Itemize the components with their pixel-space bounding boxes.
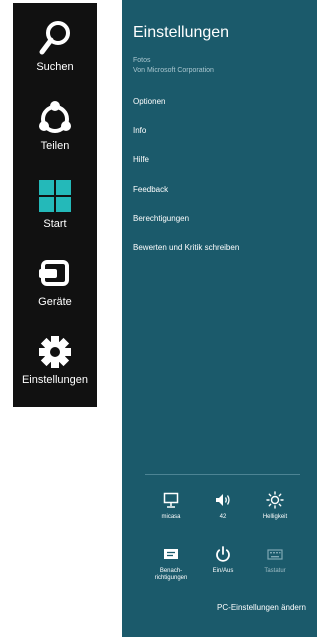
- charm-search[interactable]: Suchen: [13, 19, 97, 93]
- charm-start-label: Start: [43, 218, 67, 230]
- keyboard-label: Tastatur: [264, 568, 286, 574]
- app-publisher: Von Microsoft Corporation: [133, 67, 214, 74]
- speaker-icon: [216, 494, 230, 506]
- menu-item-rate-review[interactable]: Bewerten und Kritik schreiben: [133, 243, 239, 252]
- app-name: Fotos: [133, 57, 151, 64]
- notifications-tile[interactable]: Benach- richtigungen: [145, 545, 197, 582]
- charm-devices-label: Geräte: [38, 296, 72, 308]
- power-label: Ein/Aus: [212, 568, 234, 574]
- menu-item-options[interactable]: Optionen: [133, 97, 165, 106]
- sun-icon: [266, 491, 284, 509]
- charm-share-label: Teilen: [40, 140, 70, 152]
- charm-settings[interactable]: Einstellungen: [13, 332, 97, 406]
- power-tile[interactable]: Ein/Aus: [197, 545, 249, 575]
- charm-devices[interactable]: Geräte: [13, 254, 97, 328]
- charms-bar: Suchen Teilen Start Geräte Einstellungen: [13, 3, 97, 407]
- charm-settings-label: Einstellungen: [21, 374, 89, 386]
- menu-item-help[interactable]: Hilfe: [133, 155, 149, 164]
- network-label: micasa: [161, 514, 181, 520]
- change-pc-settings-link[interactable]: PC-Einstellungen ändern: [217, 603, 306, 612]
- settings-pane: Einstellungen Fotos Von Microsoft Corpor…: [122, 0, 317, 637]
- volume-label: 42: [219, 514, 227, 520]
- keyboard-icon: [267, 549, 283, 560]
- gear-icon: [39, 336, 71, 368]
- charm-start[interactable]: Start: [13, 176, 97, 250]
- volume-tile[interactable]: 42: [197, 491, 249, 521]
- menu-item-feedback[interactable]: Feedback: [133, 185, 168, 194]
- pane-title: Einstellungen: [133, 24, 230, 41]
- network-monitor-icon: [163, 492, 179, 508]
- brightness-tile[interactable]: Helligkeit: [249, 491, 301, 521]
- windows-logo-icon: [39, 180, 71, 212]
- share-icon: [39, 101, 71, 133]
- search-icon: [39, 21, 70, 55]
- notifications-label: Benach- richtigungen: [154, 568, 188, 581]
- notifications-icon: [164, 549, 178, 559]
- quick-settings-divider: [145, 474, 300, 475]
- power-icon: [216, 546, 230, 562]
- keyboard-tile[interactable]: Tastatur: [249, 545, 301, 575]
- charm-share[interactable]: Teilen: [13, 98, 97, 172]
- menu-item-permissions[interactable]: Berechtigungen: [133, 214, 189, 223]
- devices-icon: [39, 260, 69, 286]
- menu-item-info[interactable]: Info: [133, 126, 146, 135]
- network-tile[interactable]: micasa: [145, 491, 197, 521]
- charm-search-label: Suchen: [36, 61, 74, 73]
- brightness-label: Helligkeit: [262, 514, 288, 520]
